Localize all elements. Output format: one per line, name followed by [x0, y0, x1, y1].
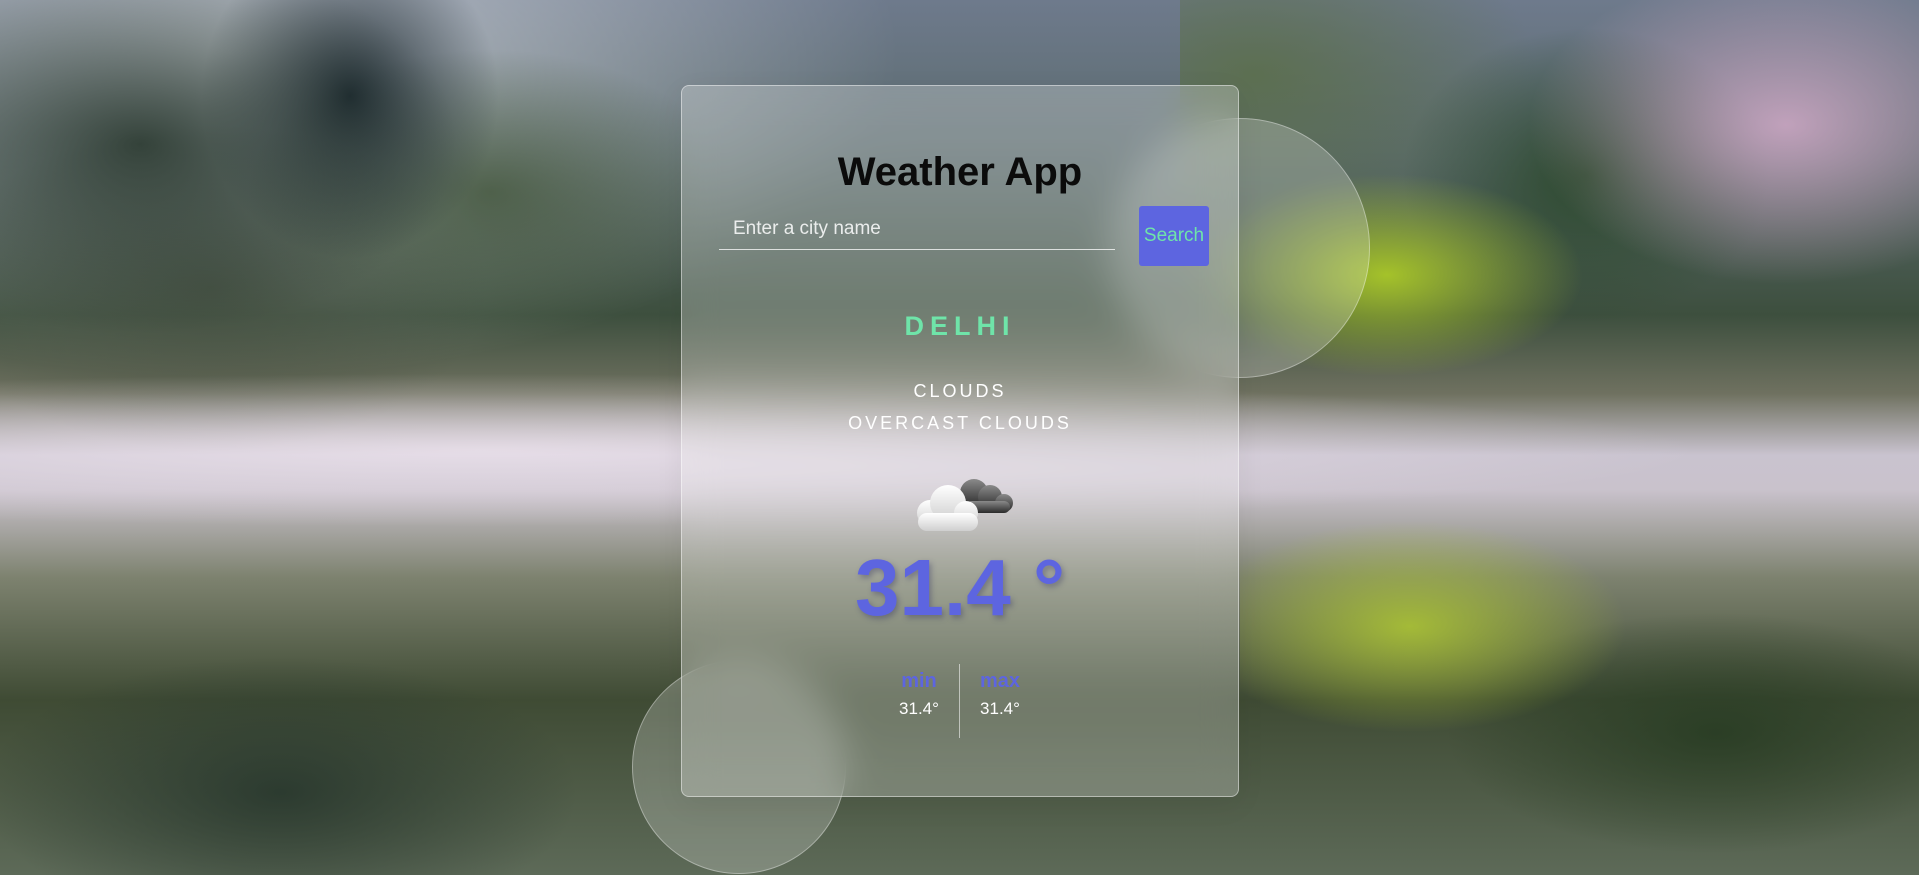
min-temperature-block: min 31.4° [895, 670, 943, 719]
max-temperature-value: 31.4° [980, 699, 1020, 718]
weather-condition-main: CLOUDS [913, 381, 1007, 401]
min-max-panel: min 31.4° max 31.4° [682, 664, 1238, 742]
search-button[interactable]: Search [1139, 206, 1209, 266]
max-label: max [979, 670, 1021, 692]
min-max-divider [959, 664, 960, 738]
min-label: min [901, 670, 937, 692]
city-search-input[interactable] [719, 208, 1115, 250]
temperature-value: 31.4 ° [855, 543, 1065, 632]
weather-card: Weather App Search DELHI CLOUDS OVERCAST… [681, 85, 1239, 797]
city-name: DELHI [904, 311, 1016, 341]
clouds-icon [917, 479, 1013, 531]
weather-condition-description: OVERCAST CLOUDS [848, 413, 1072, 433]
min-temperature-value: 31.4° [899, 699, 939, 718]
app-title: Weather App [837, 150, 1083, 194]
background-forest-left [0, 0, 700, 480]
background-scene: Weather App Search DELHI CLOUDS OVERCAST… [0, 0, 1919, 875]
background-reflection-right [1240, 520, 1919, 875]
background-reflection-left [0, 600, 700, 875]
max-temperature-block: max 31.4° [974, 670, 1026, 719]
